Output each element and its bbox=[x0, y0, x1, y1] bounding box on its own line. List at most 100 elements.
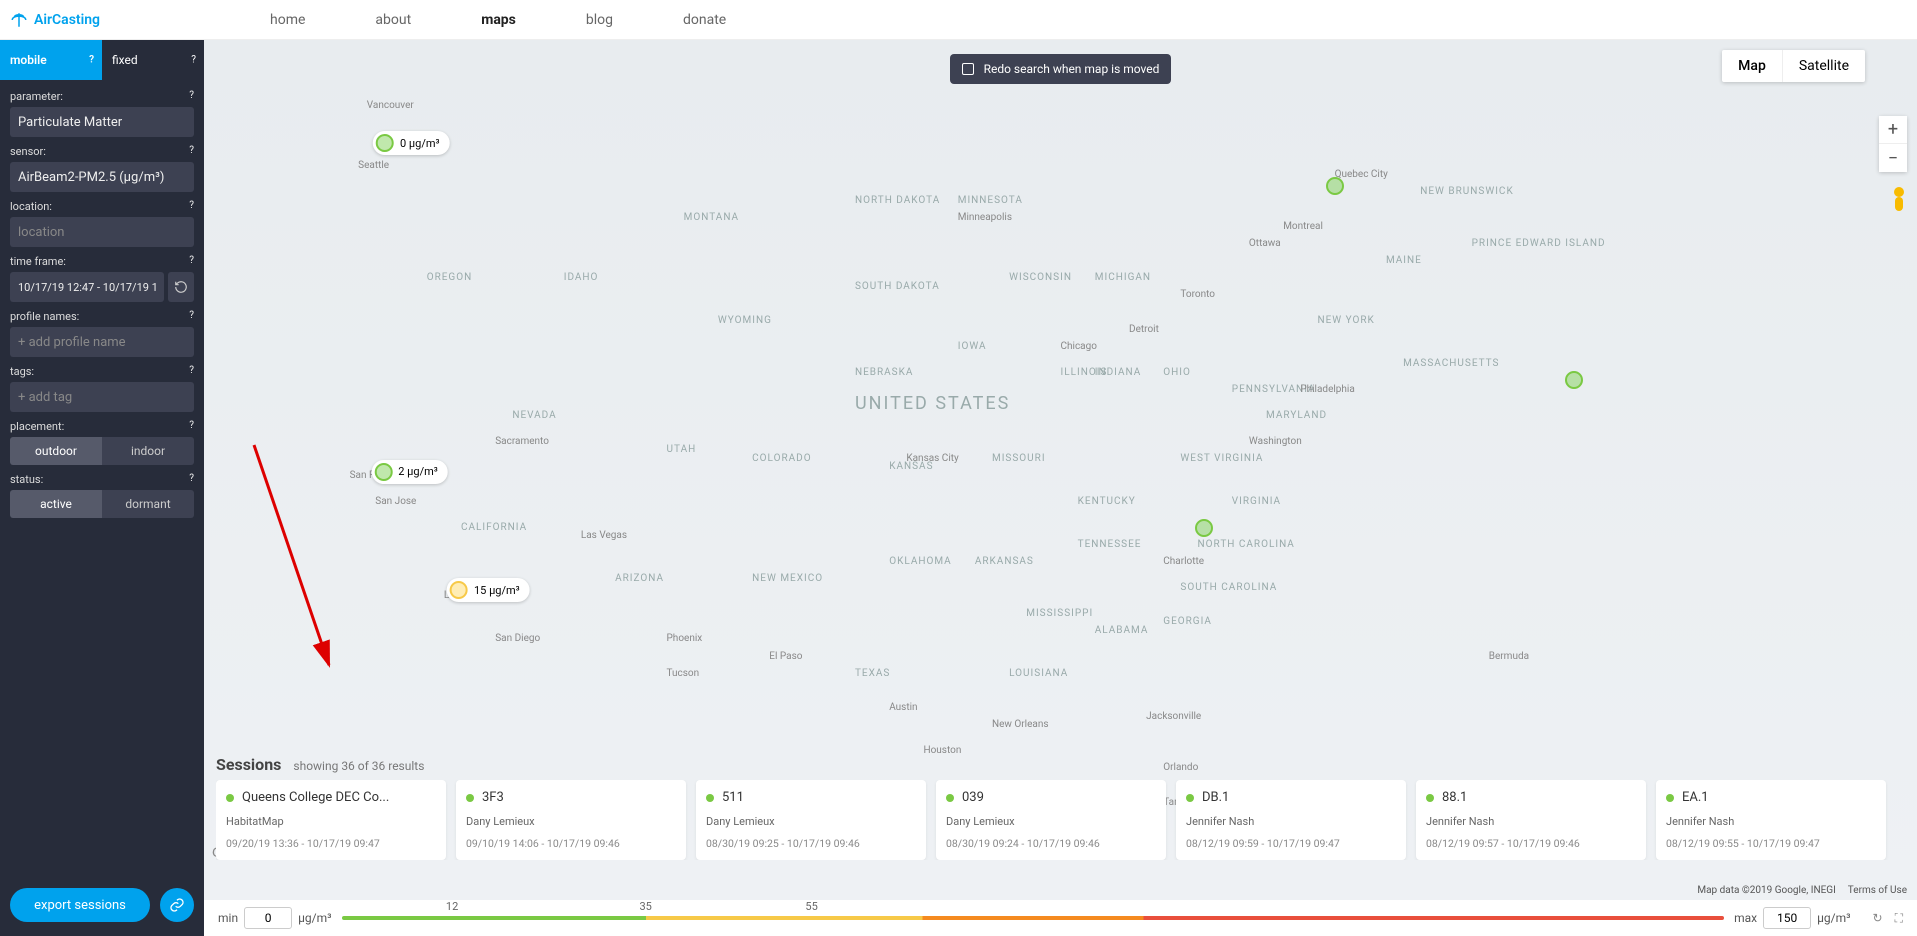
session-range: 09/20/19 13:36 - 10/17/19 09:47 bbox=[226, 837, 436, 850]
export-sessions-button[interactable]: export sessions bbox=[10, 888, 150, 922]
help-icon[interactable]: ? bbox=[189, 310, 194, 321]
max-input[interactable] bbox=[1763, 907, 1811, 929]
map-dot[interactable] bbox=[1565, 371, 1583, 389]
help-icon[interactable]: ? bbox=[189, 473, 194, 484]
nav-about[interactable]: about bbox=[375, 12, 411, 28]
session-title: DB.1 bbox=[1202, 790, 1229, 805]
tags-label: tags: bbox=[10, 365, 194, 378]
state-label: UTAH bbox=[667, 444, 697, 455]
session-title: 039 bbox=[962, 790, 984, 805]
state-label: NORTH DAKOTA bbox=[855, 195, 940, 206]
map-marker[interactable]: 0 µg/m³ bbox=[373, 131, 450, 155]
status-dormant[interactable]: dormant bbox=[102, 490, 194, 518]
nav-donate[interactable]: donate bbox=[683, 12, 726, 28]
session-card[interactable]: 3F3Dany Lemieux09/10/19 14:06 - 10/17/19… bbox=[456, 780, 686, 860]
timeframe-input[interactable] bbox=[10, 272, 164, 302]
city-label: Toronto bbox=[1180, 289, 1215, 300]
brand-text: AirCasting bbox=[34, 12, 100, 28]
city-label: Montreal bbox=[1283, 221, 1323, 232]
state-label: MISSOURI bbox=[992, 453, 1046, 464]
session-card[interactable]: 511Dany Lemieux08/30/19 09:25 - 10/17/19… bbox=[696, 780, 926, 860]
state-label: WYOMING bbox=[718, 315, 772, 326]
session-user: Jennifer Nash bbox=[1666, 815, 1876, 828]
help-icon[interactable]: ? bbox=[89, 55, 94, 66]
nav-maps[interactable]: maps bbox=[481, 12, 516, 28]
redo-search-toggle[interactable]: Redo search when map is moved bbox=[950, 54, 1172, 84]
session-title: Queens College DEC Co... bbox=[242, 790, 389, 805]
tags-input[interactable] bbox=[10, 382, 194, 412]
placement-outdoor[interactable]: outdoor bbox=[10, 437, 102, 465]
state-label: KENTUCKY bbox=[1078, 496, 1136, 507]
session-title: 88.1 bbox=[1442, 790, 1467, 805]
refresh-icon bbox=[174, 280, 188, 294]
session-card[interactable]: DB.1Jennifer Nash08/12/19 09:59 - 10/17/… bbox=[1176, 780, 1406, 860]
city-label: Kansas City bbox=[906, 453, 958, 464]
status-toggle: active dormant bbox=[10, 490, 194, 518]
state-label: TEXAS bbox=[855, 668, 890, 679]
map-type-map[interactable]: Map bbox=[1722, 50, 1783, 82]
scale-tick: 55 bbox=[805, 900, 817, 913]
state-label: NEBRASKA bbox=[855, 367, 913, 378]
session-card[interactable]: 039Dany Lemieux08/30/19 09:24 - 10/17/19… bbox=[936, 780, 1166, 860]
max-label: max bbox=[1734, 911, 1757, 925]
session-card[interactable]: EA.1Jennifer Nash08/12/19 09:55 - 10/17/… bbox=[1656, 780, 1886, 860]
logo[interactable]: AirCasting bbox=[10, 11, 100, 29]
timeframe-label: time frame: bbox=[10, 255, 194, 268]
state-label: OREGON bbox=[427, 272, 473, 283]
state-label: ARKANSAS bbox=[975, 556, 1034, 567]
session-card[interactable]: 88.1Jennifer Nash08/12/19 09:57 - 10/17/… bbox=[1416, 780, 1646, 860]
city-label: El Paso bbox=[769, 651, 802, 662]
state-label: NEW MEXICO bbox=[752, 573, 823, 584]
help-icon[interactable]: ? bbox=[189, 255, 194, 266]
help-icon[interactable]: ? bbox=[189, 365, 194, 376]
pegman-icon[interactable] bbox=[1887, 186, 1911, 224]
placement-indoor[interactable]: indoor bbox=[102, 437, 194, 465]
help-icon[interactable]: ? bbox=[189, 145, 194, 156]
map[interactable]: United States OREGON IDAHO UTAH NEVADA C… bbox=[204, 40, 1917, 900]
city-label: Bermuda bbox=[1489, 651, 1529, 662]
tab-fixed[interactable]: fixed ? bbox=[102, 40, 204, 80]
help-icon[interactable]: ? bbox=[191, 55, 196, 66]
parameter-select[interactable]: Particulate Matter bbox=[10, 107, 194, 137]
sensor-select[interactable]: AirBeam2-PM2.5 (µg/m³) bbox=[10, 162, 194, 192]
map-marker[interactable]: 15 µg/m³ bbox=[447, 578, 530, 602]
map-type-satellite[interactable]: Satellite bbox=[1783, 50, 1865, 82]
help-icon[interactable]: ? bbox=[189, 420, 194, 431]
zoom-in-button[interactable]: + bbox=[1879, 116, 1907, 144]
session-user: Jennifer Nash bbox=[1426, 815, 1636, 828]
reset-time-button[interactable] bbox=[168, 272, 194, 302]
map-marker[interactable]: 2 µg/m³ bbox=[371, 460, 448, 484]
help-icon[interactable]: ? bbox=[189, 90, 194, 101]
state-label: WISCONSIN bbox=[1009, 272, 1072, 283]
help-icon[interactable]: ? bbox=[189, 200, 194, 211]
share-link-button[interactable] bbox=[160, 888, 194, 922]
reset-scale-button[interactable]: ↻ bbox=[1873, 911, 1883, 926]
city-label: Washington bbox=[1249, 436, 1302, 447]
color-scale[interactable]: 123555 bbox=[342, 916, 1725, 920]
city-label: Vancouver bbox=[367, 100, 414, 111]
tab-mobile[interactable]: mobile ? bbox=[0, 40, 102, 80]
min-input[interactable] bbox=[244, 907, 292, 929]
zoom-out-button[interactable]: − bbox=[1879, 144, 1907, 172]
nav-blog[interactable]: blog bbox=[586, 12, 613, 28]
state-label: MAINE bbox=[1386, 255, 1422, 266]
expand-scale-button[interactable]: ⛶ bbox=[1895, 911, 1903, 926]
location-input[interactable] bbox=[10, 217, 194, 247]
map-dot[interactable] bbox=[1326, 177, 1344, 195]
status-dot-icon bbox=[706, 794, 714, 802]
tab-fixed-label: fixed bbox=[112, 53, 138, 67]
map-dot[interactable] bbox=[1195, 519, 1213, 537]
nav-home[interactable]: home bbox=[270, 12, 305, 28]
marker-value: 2 µg/m³ bbox=[398, 465, 438, 478]
terms-link[interactable]: Terms of Use bbox=[1848, 885, 1907, 896]
profile-input[interactable] bbox=[10, 327, 194, 357]
unit-label: µg/m³ bbox=[1817, 911, 1850, 925]
session-card[interactable]: Queens College DEC Co...HabitatMap09/20/… bbox=[216, 780, 446, 860]
status-active[interactable]: active bbox=[10, 490, 102, 518]
state-label: OKLAHOMA bbox=[889, 556, 952, 567]
city-label: San Jose bbox=[375, 496, 416, 507]
session-user: Dany Lemieux bbox=[946, 815, 1156, 828]
city-label: Detroit bbox=[1129, 324, 1159, 335]
session-title: 3F3 bbox=[482, 790, 504, 805]
header: AirCasting home about maps blog donate bbox=[0, 0, 1917, 40]
